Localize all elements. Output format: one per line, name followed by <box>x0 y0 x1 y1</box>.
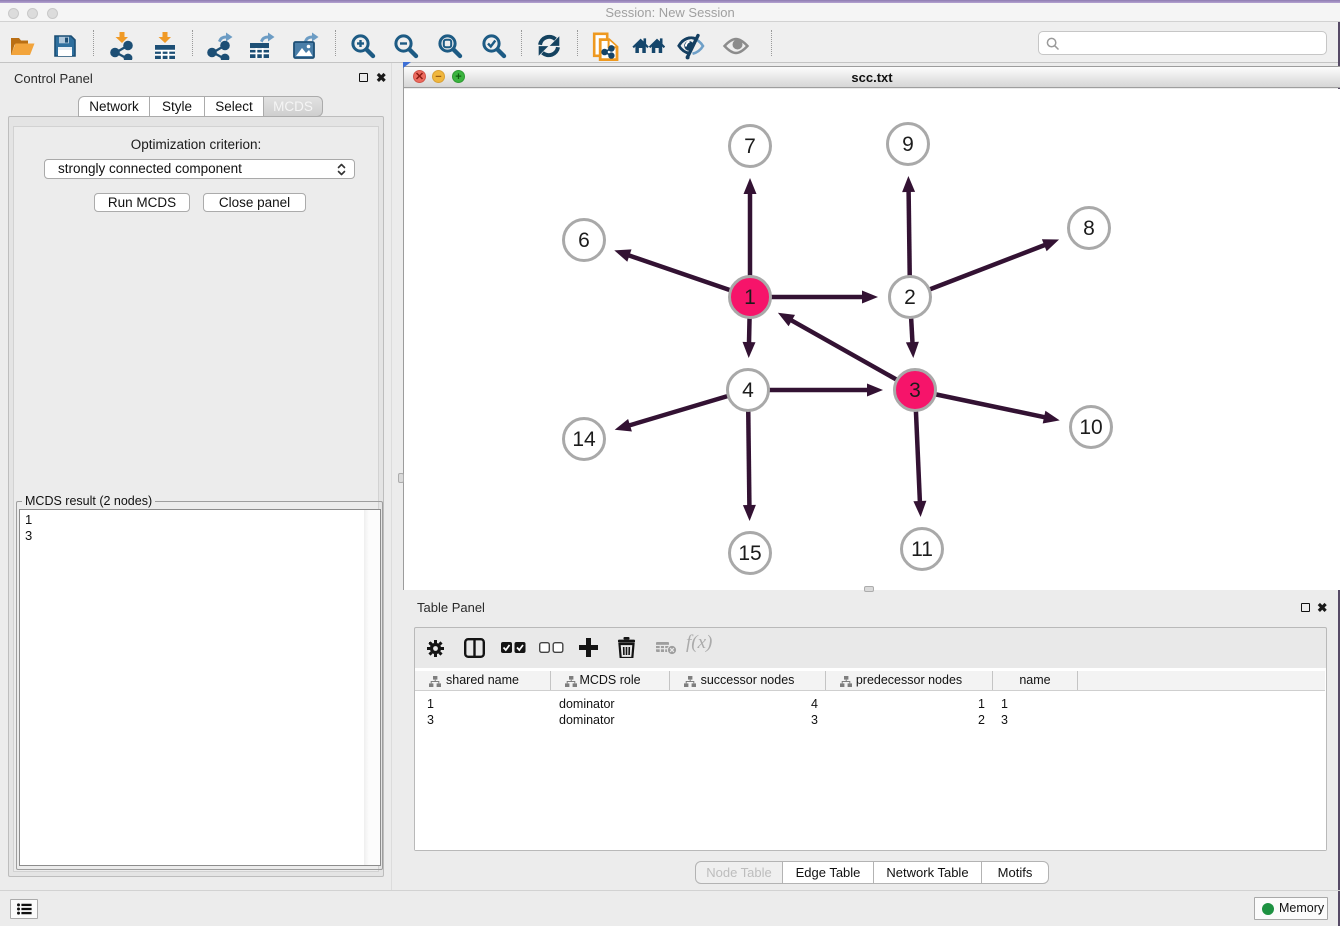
svg-text:2: 2 <box>904 286 916 309</box>
svg-text:6: 6 <box>578 229 590 252</box>
svg-text:11: 11 <box>911 538 933 561</box>
svg-text:10: 10 <box>1079 416 1102 439</box>
svg-text:14: 14 <box>572 428 596 451</box>
svg-text:15: 15 <box>738 542 761 565</box>
svg-text:7: 7 <box>744 135 756 158</box>
svg-text:3: 3 <box>909 379 921 402</box>
svg-text:9: 9 <box>902 133 914 156</box>
svg-text:4: 4 <box>742 379 754 402</box>
svg-text:1: 1 <box>744 286 756 309</box>
svg-text:8: 8 <box>1083 217 1095 240</box>
